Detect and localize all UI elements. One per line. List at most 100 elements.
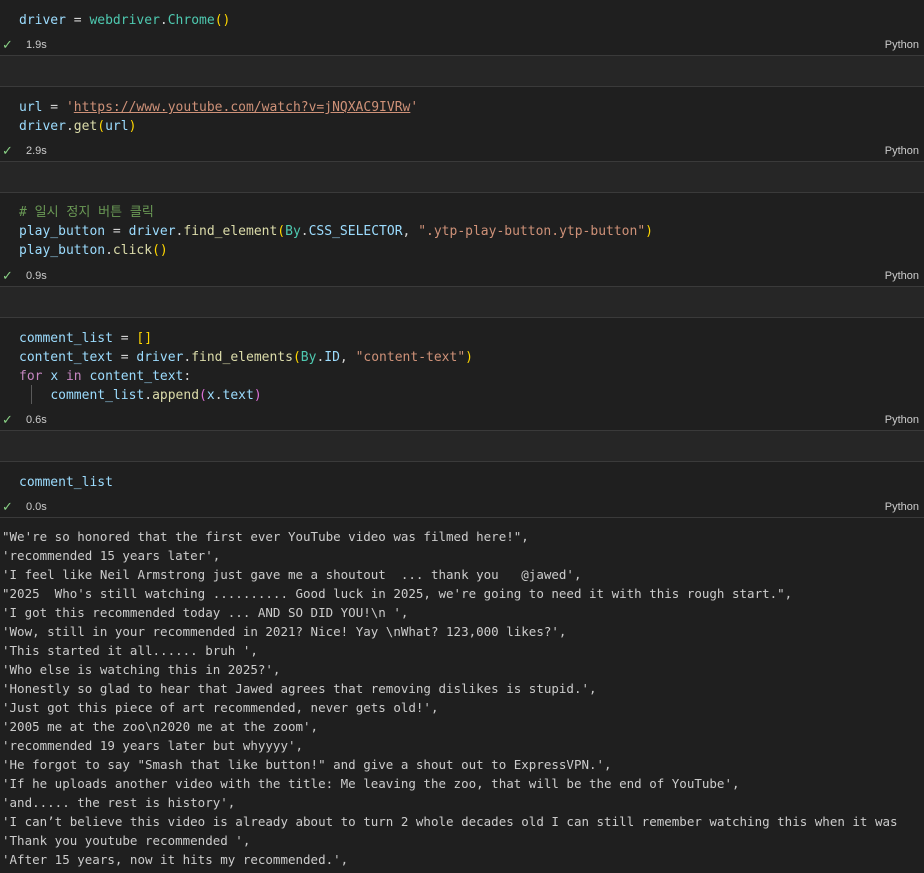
output-line: 'This started it all...... bruh ',: [2, 643, 258, 658]
output-line: 'and..... the rest is history',: [2, 795, 236, 810]
cell-status-bar: ✓ 0.6s Python: [0, 411, 924, 431]
cell-gap: [0, 56, 924, 86]
token-paren: (: [97, 119, 106, 134]
token-dot: .: [300, 224, 309, 239]
execution-time: 0.0s: [26, 501, 47, 513]
check-icon: ✓: [2, 412, 13, 427]
output-line: 'I got this recommended today ... AND SO…: [2, 605, 409, 620]
language-indicator[interactable]: Python: [885, 145, 919, 157]
cell-gap: [0, 287, 924, 317]
execution-time: 1.9s: [26, 39, 47, 51]
output-line: 'If he uploads another video with the ti…: [2, 776, 740, 791]
token-operator: =: [65, 13, 90, 28]
token-dot: .: [105, 243, 113, 258]
code-cell-3[interactable]: # 일시 정지 버튼 클릭 play_button = driver. find_…: [0, 193, 924, 287]
code-editor[interactable]: driver = webdriver.Chrome(): [19, 11, 230, 30]
token-paren: ): [645, 224, 653, 239]
check-icon: ✓: [2, 499, 13, 514]
token-variable: play_button: [19, 224, 106, 239]
token-variable: driver: [136, 350, 184, 365]
language-indicator[interactable]: Python: [885, 414, 919, 426]
url-link[interactable]: https://www.youtube.com/watch?v=jNQXAC9I…: [74, 100, 411, 115]
token-quote: ': [410, 100, 419, 115]
cell-output[interactable]: "We're so honored that the first ever Yo…: [2, 527, 898, 869]
token-variable: driver: [128, 224, 176, 239]
execution-time: 0.6s: [26, 414, 47, 426]
execution-time: 2.9s: [26, 145, 47, 157]
language-indicator[interactable]: Python: [885, 501, 919, 513]
token-variable: url: [105, 119, 129, 134]
token-quote: ': [65, 100, 74, 115]
token-comma: ,: [402, 224, 419, 239]
token-keyword: in: [65, 369, 82, 384]
check-icon: ✓: [2, 143, 13, 158]
output-line: "2025 Who's still watching .......... Go…: [2, 586, 793, 601]
language-indicator[interactable]: Python: [885, 270, 919, 282]
code-cell-1[interactable]: driver = webdriver.Chrome() ✓ 1.9s Pytho…: [0, 0, 924, 56]
token-string: ".ytp-play-button.ytp-button": [418, 224, 646, 239]
output-line: '2005 me at the zoo\n2020 me at the zoom…: [2, 719, 319, 734]
token-class: By: [300, 350, 317, 365]
output-line: 'Thank you youtube recommended ',: [2, 833, 251, 848]
token-keyword: for: [19, 369, 43, 384]
token-paren: (: [199, 388, 207, 403]
token-operator: =: [105, 224, 129, 239]
output-line: 'Who else is watching this in 2025?',: [2, 662, 281, 677]
language-indicator[interactable]: Python: [885, 39, 919, 51]
token-string: "content-text": [355, 350, 466, 365]
token-dot: .: [214, 388, 223, 403]
cell-status-bar: ✓ 0.9s Python: [0, 267, 924, 287]
output-line: 'Wow, still in your recommended in 2021?…: [2, 624, 567, 639]
token-variable: comment_list: [50, 388, 145, 403]
token-attribute: text: [222, 388, 254, 403]
output-line: 'After 15 years, now it hits my recommen…: [2, 852, 349, 867]
output-line: 'Honestly so glad to hear that Jawed agr…: [2, 681, 597, 696]
token-operator: =: [112, 350, 137, 365]
token-paren: (): [214, 13, 231, 28]
output-line: 'I can’t believe this video is already a…: [2, 814, 898, 829]
token-paren: (: [292, 350, 301, 365]
cell-status-bar: ✓ 0.0s Python: [0, 498, 924, 518]
code-cell-2[interactable]: url = 'https://www.youtube.com/watch?v=j…: [0, 87, 924, 162]
output-line: 'Just got this piece of art recommended,…: [2, 700, 439, 715]
token-variable: driver: [19, 119, 66, 134]
code-editor[interactable]: url = 'https://www.youtube.com/watch?v=j…: [19, 98, 418, 136]
token-module: webdriver: [89, 13, 160, 28]
cell-status-bar: ✓ 2.9s Python: [0, 142, 924, 162]
code-cell-4[interactable]: comment_list = [] content_text = driver.…: [0, 318, 924, 431]
token-function: get: [73, 119, 98, 134]
code-editor[interactable]: # 일시 정지 버튼 클릭 play_button = driver. find_…: [19, 203, 653, 260]
token-variable: x: [206, 388, 215, 403]
token-operator: =: [112, 331, 137, 346]
token-comma: ,: [339, 350, 356, 365]
token-colon: :: [183, 369, 192, 384]
token-class: Chrome: [167, 13, 215, 28]
output-line: 'recommended 19 years later but whyyyy',: [2, 738, 304, 753]
code-editor[interactable]: comment_list: [19, 473, 113, 492]
cell-gap: [0, 162, 924, 192]
token-bracket: []: [136, 331, 153, 346]
code-editor[interactable]: comment_list = [] content_text = driver.…: [19, 329, 473, 405]
token-function: find_element: [183, 224, 278, 239]
token-constant: ID: [324, 350, 340, 365]
token-variable: play_button: [19, 243, 106, 258]
code-cell-5[interactable]: comment_list ✓ 0.0s Python: [0, 462, 924, 518]
check-icon: ✓: [2, 268, 13, 283]
output-line: "We're so honored that the first ever Yo…: [2, 529, 529, 544]
token-class: By: [285, 224, 301, 239]
output-line: 'I feel like Neil Armstrong just gave me…: [2, 567, 582, 582]
token-dot: .: [159, 13, 168, 28]
cell-divider: [0, 517, 924, 518]
check-icon: ✓: [2, 37, 13, 52]
token-paren: ): [128, 119, 137, 134]
token-variable: comment_list: [19, 475, 113, 490]
output-line: 'recommended 15 years later',: [2, 548, 221, 563]
token-variable: content_text: [19, 350, 113, 365]
execution-time: 0.9s: [26, 270, 47, 282]
token-dot: .: [144, 388, 153, 403]
cell-gap: [0, 431, 924, 461]
token-paren: (: [277, 224, 286, 239]
token-paren: ): [465, 350, 473, 365]
token-variable: url: [19, 100, 43, 115]
